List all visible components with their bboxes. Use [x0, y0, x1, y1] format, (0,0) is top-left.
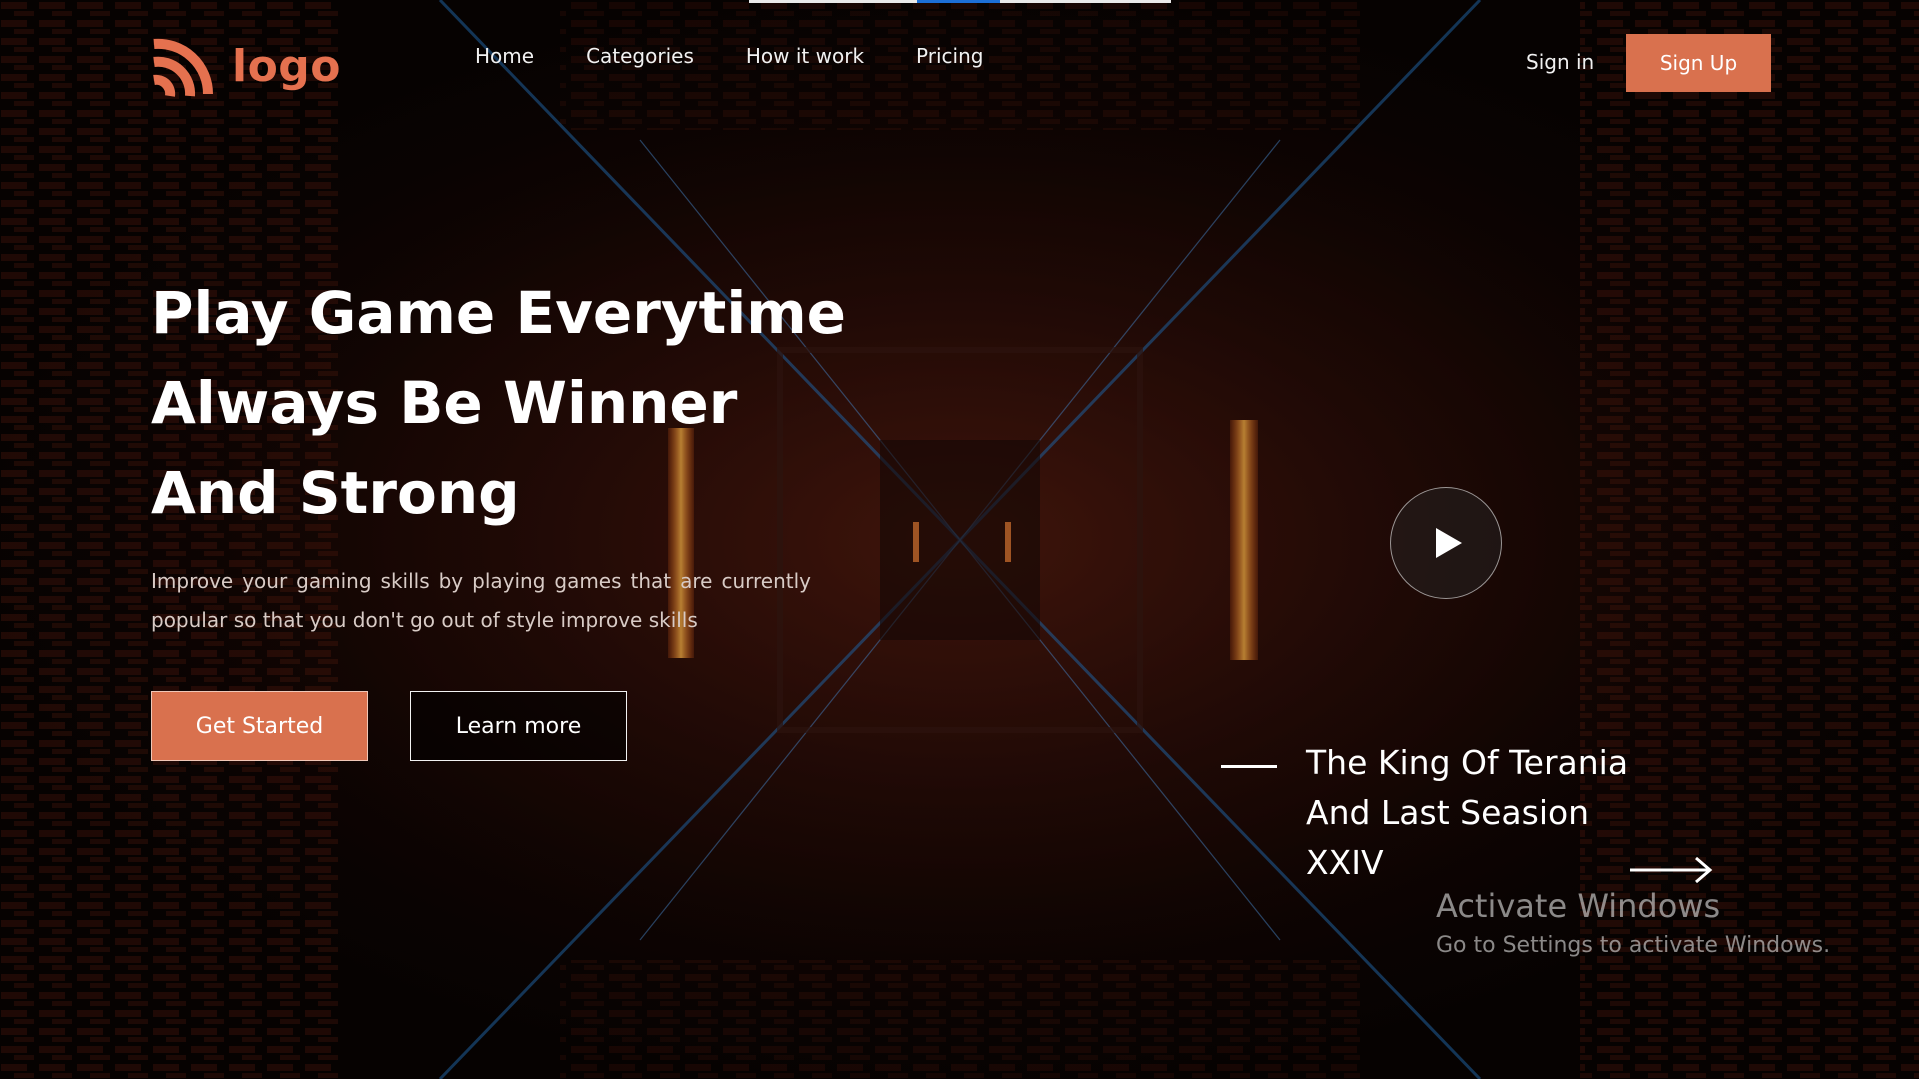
- sign-up-button[interactable]: Sign Up: [1626, 34, 1771, 92]
- play-video-button[interactable]: [1390, 487, 1502, 599]
- activate-windows-subtitle: Go to Settings to activate Windows.: [1436, 933, 1831, 958]
- play-icon: [1436, 528, 1462, 558]
- featured-title-line: The King Of Terania: [1306, 743, 1629, 782]
- nav-home[interactable]: Home: [475, 44, 534, 68]
- activate-windows-watermark: Activate Windows Go to Settings to activ…: [1436, 884, 1830, 964]
- logo[interactable]: logo: [150, 34, 341, 98]
- landing-page: logo Home Categories How it work Pricing…: [0, 0, 1919, 1079]
- top-progress-strip: [749, 0, 1171, 3]
- main-nav: Home Categories How it work Pricing: [475, 44, 983, 68]
- hero-title: Play Game Everytime Always Be Winner And…: [151, 268, 931, 538]
- arrow-right-icon[interactable]: [1628, 855, 1714, 885]
- hero-subtitle: Improve your gaming skills by playing ga…: [151, 569, 811, 632]
- sign-in-link[interactable]: Sign in: [1526, 50, 1594, 74]
- get-started-button[interactable]: Get Started: [151, 691, 368, 761]
- learn-more-button[interactable]: Learn more: [410, 691, 627, 761]
- featured-dash: [1221, 765, 1277, 768]
- hero-title-line: Always Be Winner: [151, 369, 738, 437]
- featured-title-line: And Last Seasion: [1306, 793, 1590, 832]
- featured-title-line: XXIV: [1306, 843, 1384, 882]
- progress-segment: [917, 0, 1000, 3]
- nav-categories[interactable]: Categories: [586, 44, 694, 68]
- hero-title-line: Play Game Everytime: [151, 279, 847, 347]
- nav-pricing[interactable]: Pricing: [916, 44, 983, 68]
- logo-text: logo: [232, 40, 342, 92]
- featured-title: The King Of Terania And Last Seasion XXI…: [1306, 738, 1666, 888]
- nav-how-it-work[interactable]: How it work: [746, 44, 864, 68]
- hero-title-line: And Strong: [151, 459, 520, 527]
- rss-waves-icon: [153, 38, 214, 97]
- activate-windows-title: Activate Windows: [1436, 887, 1721, 925]
